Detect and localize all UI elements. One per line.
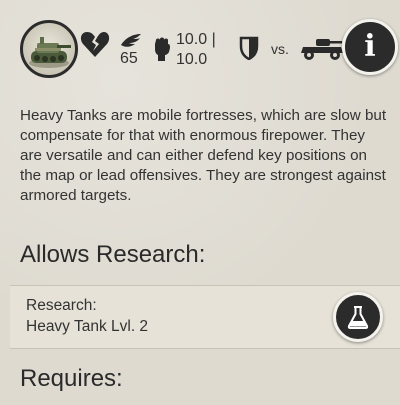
attack-value-secondary: 10.0 [176, 51, 208, 68]
flask-icon [347, 306, 369, 329]
research-button[interactable] [333, 292, 383, 342]
info-button[interactable]: i [342, 19, 398, 75]
unit-info-panel: 65 10.0 | 10.0 vs. i Heavy Tanks are mob… [0, 0, 400, 405]
requires-heading: Requires: [20, 365, 123, 392]
speed-value: 65 [120, 50, 138, 67]
unit-stats-bar: 65 10.0 | 10.0 vs. i [0, 0, 400, 86]
allows-research-heading: Allows Research: [20, 241, 206, 268]
shield-icon [239, 36, 259, 60]
fist-icon [155, 37, 170, 61]
research-item-card[interactable]: Research: Heavy Tank Lvl. 2 [10, 285, 400, 349]
attack-values: 10.0 | 10.0 [176, 30, 216, 70]
info-icon: i [364, 29, 376, 64]
research-item-label: Research: [26, 297, 97, 314]
wing-icon [121, 34, 141, 47]
unit-description: Heavy Tanks are mobile fortresses, which… [20, 107, 387, 204]
research-item-name: Heavy Tank Lvl. 2 [26, 318, 149, 335]
vs-label: vs. [271, 41, 289, 57]
attack-value-primary: 10.0 | [176, 31, 216, 48]
broken-heart-icon [80, 32, 110, 57]
heavy-tank-portrait-icon [20, 20, 78, 78]
armored-car-icon [301, 39, 343, 60]
